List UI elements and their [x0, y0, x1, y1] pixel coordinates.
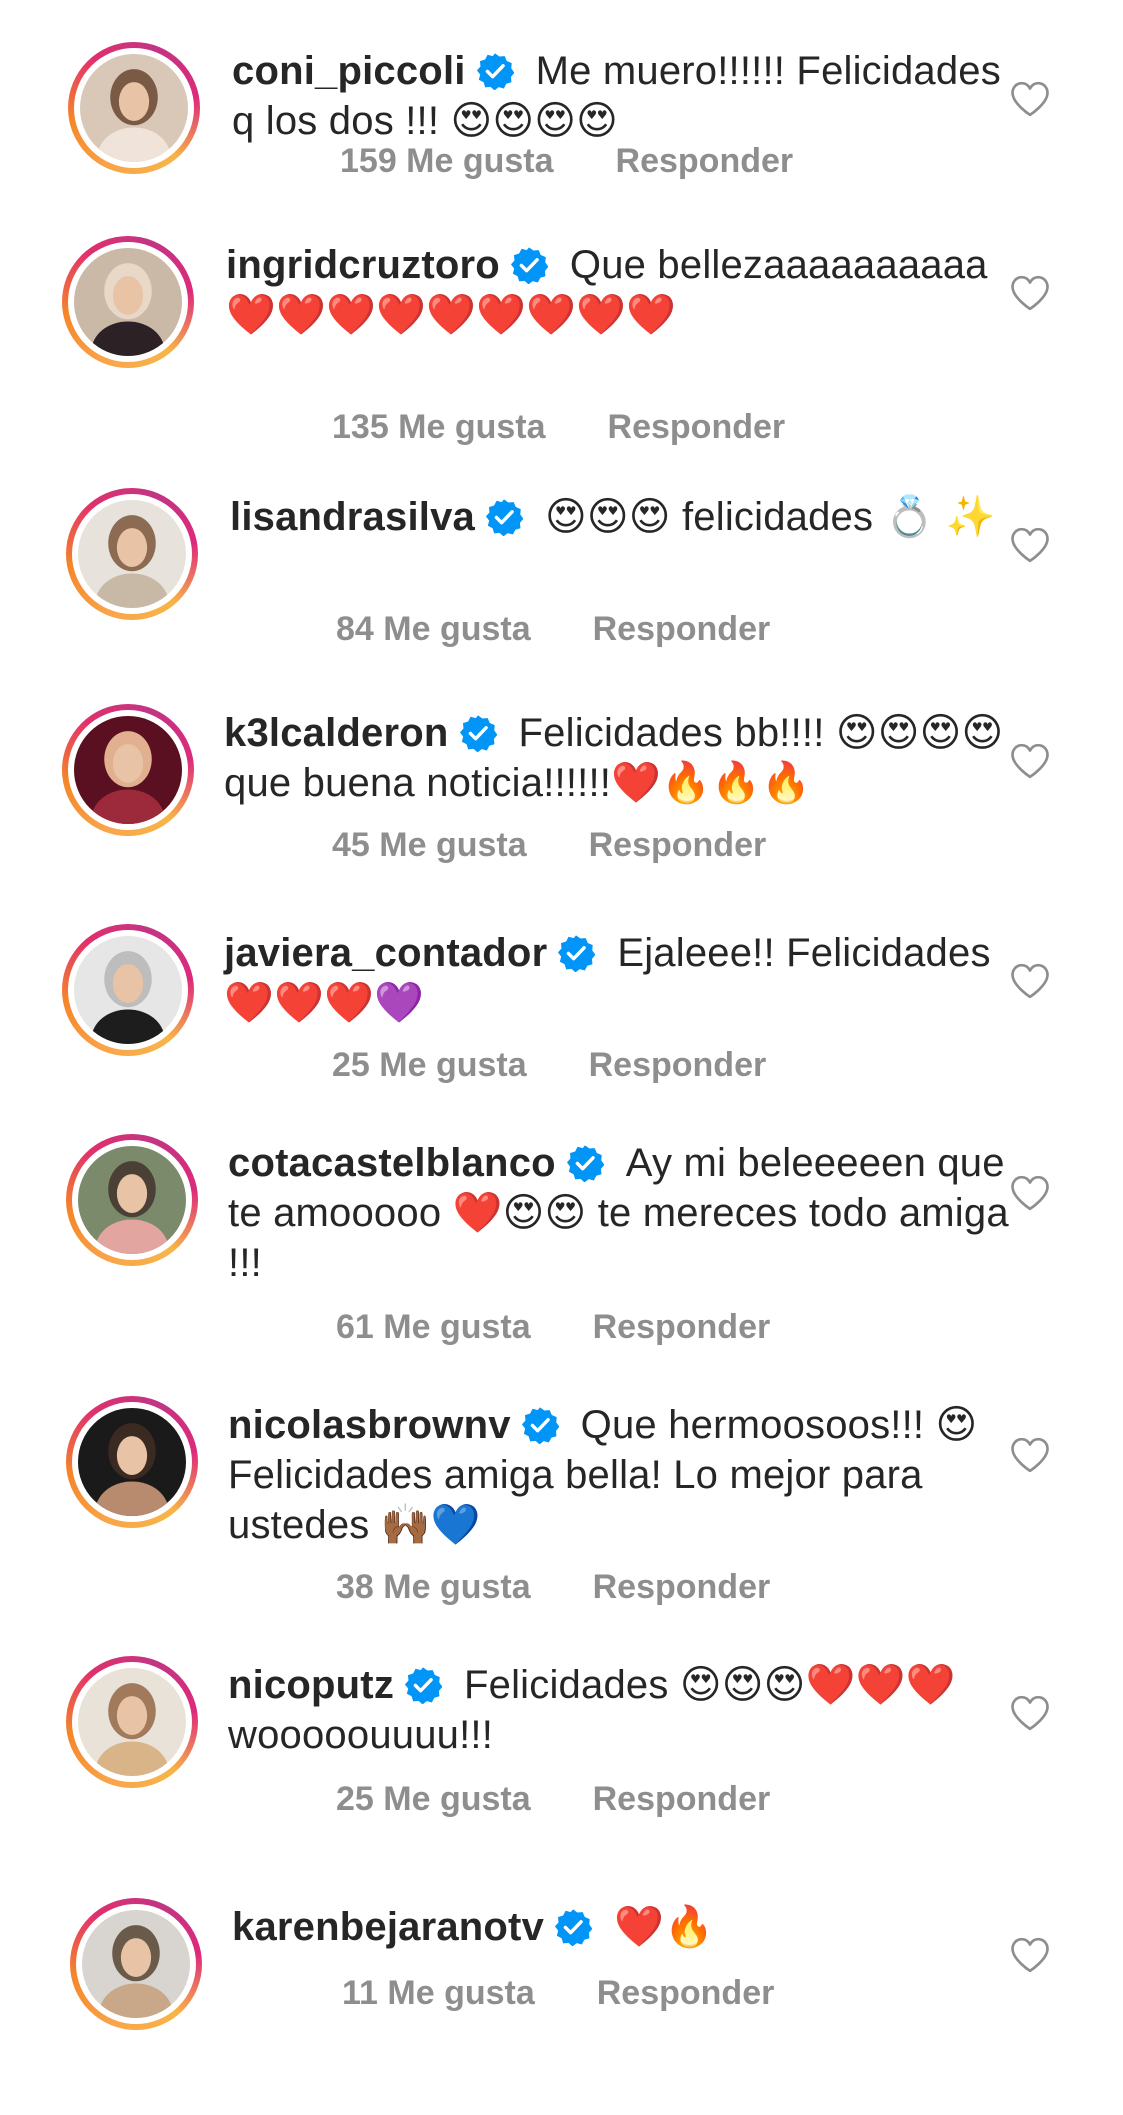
avatar-image	[78, 1408, 186, 1516]
like-count-button[interactable]: 38 Me gusta	[336, 1568, 531, 1607]
like-count-button[interactable]: 61 Me gusta	[336, 1308, 531, 1347]
comment-text: ingridcruztoro Que bellezaaaaaaaaaa❤️❤️❤️…	[226, 240, 1026, 340]
reply-button[interactable]: Responder	[597, 1974, 775, 2013]
like-count-button[interactable]: 84 Me gusta	[336, 610, 531, 649]
heart-outline-icon[interactable]	[1010, 1436, 1050, 1474]
verified-badge-icon	[459, 714, 497, 752]
verified-badge-icon	[566, 1144, 604, 1182]
avatar[interactable]	[66, 1396, 198, 1528]
avatar[interactable]	[62, 924, 194, 1056]
verified-badge-icon	[404, 1666, 443, 1704]
avatar-image	[78, 1668, 186, 1776]
comment-meta: 84 Me gusta Responder	[336, 610, 770, 649]
verified-badge-icon	[485, 498, 523, 536]
comment-body: 😍😍😍 felicidades 💍 ✨	[544, 495, 996, 539]
avatar[interactable]	[68, 42, 200, 174]
heart-outline-icon[interactable]	[1010, 80, 1050, 118]
avatar[interactable]	[66, 488, 198, 620]
comment-username[interactable]: nicoputz	[228, 1663, 394, 1707]
avatar-image	[74, 248, 182, 356]
comment-meta: 11 Me gusta Responder	[342, 1974, 774, 2013]
comment-username[interactable]: karenbejaranotv	[232, 1905, 544, 1949]
heart-outline-icon[interactable]	[1010, 1174, 1050, 1212]
avatar[interactable]	[66, 1656, 198, 1788]
avatar[interactable]	[62, 704, 194, 836]
heart-outline-icon[interactable]	[1010, 1694, 1050, 1732]
comment-text: nicoputz Felicidades 😍😍😍❤️❤️❤️ wooooouuuu…	[228, 1660, 1028, 1760]
like-count-button[interactable]: 25 Me gusta	[332, 1046, 527, 1085]
avatar[interactable]	[70, 1898, 202, 2030]
reply-button[interactable]: Responder	[593, 610, 771, 649]
heart-outline-icon[interactable]	[1010, 962, 1050, 1000]
avatar[interactable]	[66, 1134, 198, 1266]
comment-text: k3lcalderon Felicidades bb!!!! 😍😍😍😍 que b…	[224, 708, 1024, 808]
like-count-button[interactable]: 159 Me gusta	[340, 142, 554, 181]
comment-text: karenbejaranotv ❤️🔥	[232, 1902, 1032, 1952]
reply-button[interactable]: Responder	[593, 1308, 771, 1347]
reply-button[interactable]: Responder	[589, 826, 767, 865]
comment-meta: 61 Me gusta Responder	[336, 1308, 770, 1347]
avatar[interactable]	[62, 236, 194, 368]
heart-outline-icon[interactable]	[1010, 274, 1050, 312]
comment-meta: 159 Me gusta Responder	[340, 142, 793, 181]
avatar-image	[78, 1146, 186, 1254]
comment-username[interactable]: lisandrasilva	[230, 495, 475, 539]
comment-text: cotacastelblanco Ay mi beleeeeen que te a…	[228, 1138, 1028, 1288]
avatar-image	[80, 54, 188, 162]
like-count-button[interactable]: 45 Me gusta	[332, 826, 527, 865]
heart-outline-icon[interactable]	[1010, 742, 1050, 780]
comment-text: lisandrasilva 😍😍😍 felicidades 💍 ✨	[230, 492, 1030, 542]
comment-username[interactable]: nicolasbrownv	[228, 1403, 511, 1447]
comment-meta: 45 Me gusta Responder	[332, 826, 766, 865]
comment-meta: 25 Me gusta Responder	[336, 1780, 770, 1819]
comment-meta: 25 Me gusta Responder	[332, 1046, 766, 1085]
like-count-button[interactable]: 25 Me gusta	[336, 1780, 531, 1819]
comment-text: nicolasbrownv Que hermoosoos!!! 😍 Felicid…	[228, 1400, 1028, 1550]
comment-meta: 135 Me gusta Responder	[332, 408, 785, 447]
comment-username[interactable]: coni_piccoli	[232, 49, 466, 93]
comment-text: coni_piccoli Me muero!!!!!! Felicidades q…	[232, 46, 1032, 146]
comment-username[interactable]: ingridcruztoro	[226, 243, 500, 287]
comment-meta: 38 Me gusta Responder	[336, 1568, 770, 1607]
avatar-image	[74, 936, 182, 1044]
reply-button[interactable]: Responder	[616, 142, 794, 181]
heart-outline-icon[interactable]	[1010, 526, 1050, 564]
verified-badge-icon	[557, 934, 596, 972]
comment-body: ❤️🔥	[614, 1905, 715, 1949]
verified-badge-icon	[476, 52, 514, 90]
reply-button[interactable]: Responder	[593, 1780, 771, 1819]
like-count-button[interactable]: 11 Me gusta	[342, 1974, 535, 2013]
comment-text: javiera_contador Ejaleee!! Felicidades ❤️…	[224, 928, 1024, 1028]
comment-username[interactable]: javiera_contador	[224, 931, 547, 975]
avatar-image	[78, 500, 186, 608]
avatar-image	[74, 716, 182, 824]
reply-button[interactable]: Responder	[593, 1568, 771, 1607]
heart-outline-icon[interactable]	[1010, 1936, 1050, 1974]
avatar-image	[82, 1910, 190, 2018]
verified-badge-icon	[510, 246, 548, 284]
verified-badge-icon	[521, 1406, 559, 1444]
comment-username[interactable]: cotacastelblanco	[228, 1141, 556, 1185]
like-count-button[interactable]: 135 Me gusta	[332, 408, 546, 447]
comment-username[interactable]: k3lcalderon	[224, 711, 449, 755]
reply-button[interactable]: Responder	[608, 408, 786, 447]
reply-button[interactable]: Responder	[589, 1046, 767, 1085]
verified-badge-icon	[554, 1908, 593, 1946]
